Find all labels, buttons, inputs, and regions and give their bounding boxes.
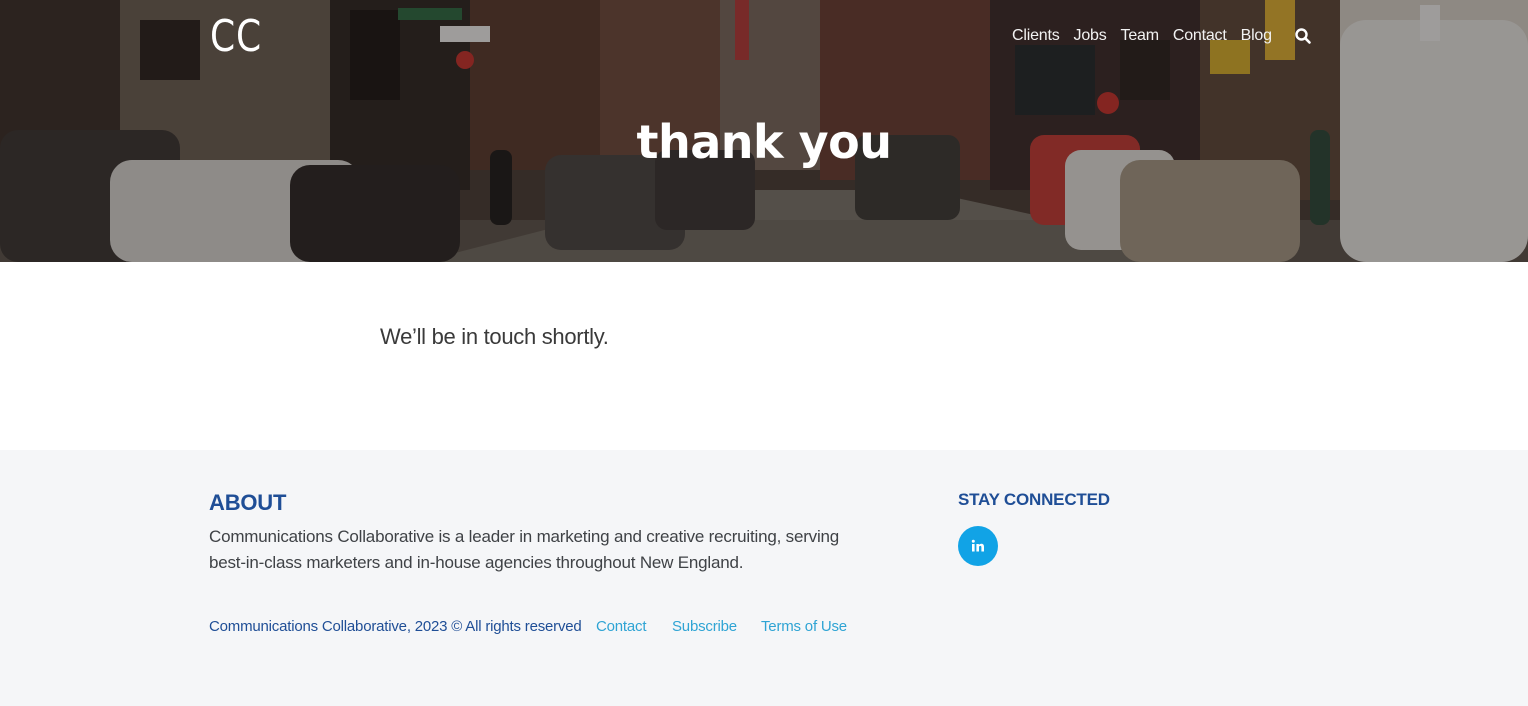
confirmation-message: We’ll be in touch shortly. <box>380 324 609 349</box>
main-content: We’ll be in touch shortly. <box>0 262 1528 450</box>
search-icon[interactable] <box>1294 27 1312 45</box>
nav-jobs[interactable]: Jobs <box>1074 27 1107 45</box>
hero-banner: CC Clients Jobs Team Contact Blog thank … <box>0 0 1528 262</box>
linkedin-icon[interactable] <box>958 526 998 566</box>
main-navigation: Clients Jobs Team Contact Blog <box>1012 27 1312 45</box>
stay-connected-heading: STAY CONNECTED <box>958 490 1110 509</box>
footer-link-contact[interactable]: Contact <box>596 618 646 635</box>
copyright-text: Communications Collaborative, 2023 © All… <box>209 618 582 635</box>
site-footer: ABOUT Communications Collaborative is a … <box>0 450 1528 706</box>
nav-contact[interactable]: Contact <box>1173 27 1227 45</box>
about-text: Communications Collaborative is a leader… <box>209 527 840 572</box>
site-logo[interactable]: CC <box>210 12 262 62</box>
page-title: thank you <box>636 115 892 169</box>
about-heading: ABOUT <box>209 490 287 515</box>
footer-link-subscribe[interactable]: Subscribe <box>672 618 737 635</box>
nav-clients[interactable]: Clients <box>1012 27 1060 45</box>
nav-blog[interactable]: Blog <box>1241 27 1272 45</box>
nav-team[interactable]: Team <box>1121 27 1160 45</box>
footer-link-terms[interactable]: Terms of Use <box>761 618 847 635</box>
